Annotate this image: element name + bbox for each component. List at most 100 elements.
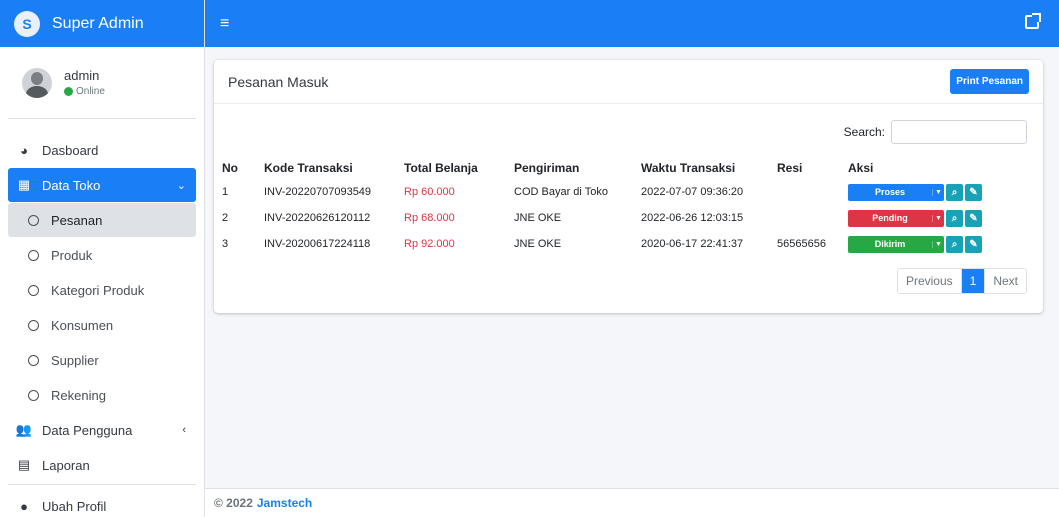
sidebar-subitem-rekening[interactable]: Rekening (8, 378, 196, 412)
cell-resi (777, 205, 848, 231)
brand-name: Super Admin (52, 14, 144, 32)
sidebar-subitem-label: Konsumen (51, 317, 114, 333)
cell-pengiriman: JNE OKE (514, 238, 562, 250)
cell-kode: INV-20220707093549 (264, 186, 372, 198)
chevron-down-icon: ⌄ (176, 179, 186, 192)
detail-button[interactable]: ⌕ (946, 235, 963, 253)
users-icon: 👥 (15, 422, 33, 437)
sidebar-subitem-kategori-produk[interactable]: Kategori Produk (8, 273, 196, 307)
table-row: 3 INV-20200617224118 Rp 92.000 JNE OKE 2… (214, 231, 1043, 257)
sidebar-subitem-pesanan[interactable]: Pesanan (8, 203, 196, 237)
table-row: 2 INV-20220626120112 Rp 68.000 JNE OKE 2… (214, 205, 1043, 231)
caret-down-icon: ▼ (932, 240, 944, 248)
edit-icon: ✎ (969, 212, 978, 224)
status-dropdown[interactable]: Dikirim ▼ (848, 235, 944, 253)
column-header[interactable]: No (214, 157, 264, 179)
circle-icon (28, 389, 39, 401)
status-dropdown[interactable]: Proses ▼ (848, 183, 944, 201)
sidebar-item-data-toko[interactable]: ▦ Data Toko ⌄ (8, 168, 196, 202)
cell-no: 3 (222, 238, 229, 250)
sidebar-subitem-supplier[interactable]: Supplier (8, 343, 196, 377)
online-dot-icon (64, 87, 73, 96)
user-panel: admin Online (8, 47, 196, 119)
sidebar-item-label: Data Toko (42, 177, 101, 193)
brand-bar[interactable]: S Super Admin (0, 0, 204, 47)
sidebar-item-data-pengguna[interactable]: 👥 Data Pengguna ‹ (8, 413, 196, 447)
cell-no: 1 (222, 186, 229, 198)
brand-logo-icon: S (14, 10, 40, 37)
column-header[interactable]: Pengiriman (514, 157, 641, 179)
sidebar-subitem-label: Rekening (51, 387, 106, 403)
user-status-text: Online (76, 86, 105, 97)
detail-button[interactable]: ⌕ (946, 183, 963, 201)
edit-button[interactable]: ✎ (965, 235, 982, 253)
sidebar-subitem-label: Pesanan (51, 212, 103, 228)
sidebar-item-label: Data Pengguna (42, 422, 133, 438)
search-icon: ⌕ (951, 238, 958, 250)
cell-aksi: Proses ▼ ⌕ ✎ (848, 179, 1043, 205)
column-header[interactable]: Waktu Transaksi (641, 157, 777, 179)
print-orders-button[interactable]: Print Pesanan (950, 69, 1029, 94)
sidebar-item-laporan[interactable]: ▤ Laporan (8, 448, 196, 482)
search-input[interactable] (891, 120, 1027, 144)
edit-button[interactable]: ✎ (965, 209, 982, 227)
hamburger-menu-icon[interactable]: ≡ (220, 15, 229, 33)
external-link-icon[interactable] (1025, 13, 1041, 29)
edit-icon: ✎ (969, 238, 978, 250)
top-navbar: ≡ (205, 0, 1059, 47)
sidebar: S Super Admin admin Online ◕ Dasboard ▦ … (0, 0, 205, 517)
sidebar-subitem-produk[interactable]: Produk (8, 238, 196, 272)
sidebar-item-label: Laporan (42, 457, 90, 473)
user-name[interactable]: admin (64, 68, 105, 83)
status-label: Dikirim (874, 239, 906, 249)
search-icon: ⌕ (951, 212, 958, 224)
cell-total: Rp 92.000 (404, 238, 455, 250)
column-header[interactable]: Kode Transaksi (264, 157, 404, 179)
circle-icon (28, 354, 39, 366)
cell-waktu: 2022-06-26 12:03:15 (641, 212, 744, 224)
sidebar-subitem-label: Kategori Produk (51, 282, 145, 298)
cell-pengiriman: JNE OKE (514, 212, 562, 224)
sidebar-item-ubah-profil[interactable]: ● Ubah Profil (8, 489, 196, 517)
detail-button[interactable]: ⌕ (946, 209, 963, 227)
cell-waktu: 2022-07-07 09:36:20 (641, 186, 744, 198)
sidebar-divider (8, 484, 196, 485)
orders-card: Pesanan Masuk Print Pesanan Search: No K… (214, 60, 1043, 313)
pagination: Previous 1 Next (896, 268, 1027, 294)
column-header[interactable]: Resi (777, 157, 848, 179)
pagination-next[interactable]: Next (984, 269, 1026, 293)
grid-icon: ▦ (17, 177, 31, 192)
pagination-previous[interactable]: Previous (897, 269, 961, 293)
card-header: Pesanan Masuk Print Pesanan (214, 60, 1043, 104)
edit-icon: ✎ (969, 186, 978, 198)
card-title: Pesanan Masuk (228, 73, 329, 90)
sidebar-subitem-konsumen[interactable]: Konsumen (8, 308, 196, 342)
sidebar-item-dashboard[interactable]: ◕ Dasboard (8, 133, 196, 167)
dashboard-icon: ◕ (20, 142, 28, 158)
cell-no: 2 (222, 212, 229, 224)
cell-resi: 56565656 (777, 238, 826, 250)
edit-button[interactable]: ✎ (965, 183, 982, 201)
table-header-row: No Kode Transaksi Total Belanja Pengirim… (214, 157, 1043, 179)
status-dropdown[interactable]: Pending ▼ (848, 209, 944, 227)
sidebar-subitem-label: Produk (51, 247, 93, 263)
circle-icon (28, 249, 39, 261)
status-label: Proses (874, 187, 906, 197)
circle-icon (28, 284, 39, 296)
cell-total: Rp 68.000 (404, 212, 455, 224)
footer-brand-link[interactable]: Jamstech (257, 496, 312, 510)
cell-total: Rp 60.000 (404, 186, 455, 198)
column-header[interactable]: Aksi (848, 157, 1043, 179)
cell-kode: INV-20200617224118 (264, 238, 371, 250)
pagination-page-1[interactable]: 1 (960, 269, 985, 293)
cell-aksi: Dikirim ▼ ⌕ ✎ (848, 231, 1043, 257)
search-label: Search: (843, 125, 885, 139)
file-icon: ▤ (17, 457, 31, 472)
caret-down-icon: ▼ (932, 214, 944, 222)
circle-icon (28, 319, 39, 331)
column-header[interactable]: Total Belanja (404, 157, 514, 179)
orders-table: No Kode Transaksi Total Belanja Pengirim… (214, 157, 1043, 257)
cell-pengiriman: COD Bayar di Toko (514, 186, 608, 198)
sidebar-item-label: Ubah Profil (42, 498, 107, 514)
status-label: Pending (872, 213, 908, 223)
